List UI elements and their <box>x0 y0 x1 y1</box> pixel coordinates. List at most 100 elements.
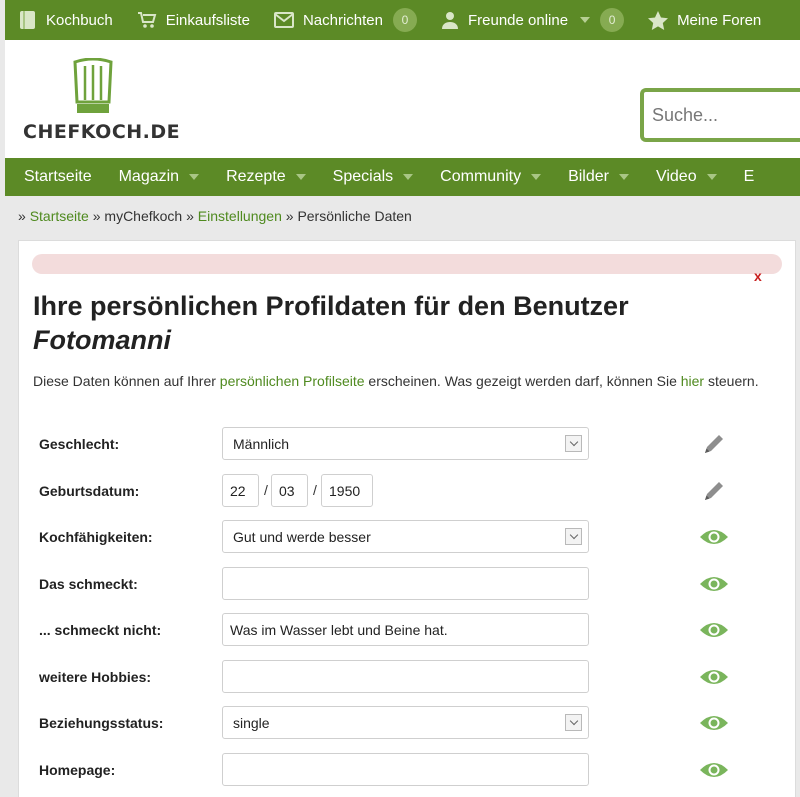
messages-count-badge: 0 <box>392 8 417 32</box>
pencil-icon[interactable] <box>699 430 729 458</box>
kochfaehigkeiten-value: Gut und werde besser <box>233 528 371 545</box>
alert-bar <box>32 254 782 274</box>
eye-icon[interactable] <box>699 523 729 551</box>
nav-rezepte-label: Rezepte <box>226 168 286 185</box>
profile-page-link[interactable]: persönlichen Profilseite <box>220 373 365 389</box>
breadcrumb-mychefkoch: myChefkoch <box>104 208 183 224</box>
chevron-down-icon <box>531 174 542 180</box>
intro-text: Diese Daten können auf Ihrer persönliche… <box>33 372 773 390</box>
birth-day-input[interactable]: 22 <box>222 474 259 507</box>
intro-part3: steuern. <box>704 373 759 389</box>
geburtsdatum-label: Geburtsdatum: <box>39 483 140 499</box>
nav-community[interactable]: Community <box>440 168 542 186</box>
topbar-nachrichten[interactable]: Nachrichten 0 <box>273 8 417 32</box>
topbar-meine-foren[interactable]: Meine Foren <box>648 10 762 30</box>
breadcrumb-separator: » <box>18 208 26 224</box>
profile-panel: x Ihre persönlichen Profildaten für den … <box>18 240 796 797</box>
schmeckt-input[interactable] <box>222 567 589 600</box>
form-row-geburtsdatum: Geburtsdatum: 22 / 03 / 1950 <box>39 474 759 508</box>
breadcrumb-separator: » <box>92 208 101 224</box>
breadcrumb-separator: » <box>285 208 294 224</box>
chevron-down-icon <box>618 174 629 180</box>
kochfaehigkeiten-select[interactable]: Gut und werde besser <box>222 520 589 553</box>
nav-startseite[interactable]: Startseite <box>24 168 92 186</box>
cart-icon <box>137 12 157 28</box>
nav-magazin[interactable]: Magazin <box>118 168 200 186</box>
chevron-down-icon <box>580 17 591 23</box>
beziehungsstatus-label: Beziehungsstatus: <box>39 715 164 731</box>
geschlecht-label: Geschlecht: <box>39 436 120 452</box>
nav-specials[interactable]: Specials <box>332 168 414 186</box>
search-input[interactable] <box>652 100 800 130</box>
homepage-input[interactable] <box>222 753 589 786</box>
hobbies-input[interactable] <box>222 660 589 693</box>
chevron-down-icon <box>189 174 200 180</box>
breadcrumb: » Startseite » myChefkoch » Einstellunge… <box>18 208 412 224</box>
topbar-freunde-online[interactable]: Freunde online 0 <box>441 8 625 32</box>
eye-icon[interactable] <box>699 616 729 644</box>
nav-startseite-label: Startseite <box>24 168 92 185</box>
schmeckt-nicht-input[interactable]: Was im Wasser lebt und Beine hat. <box>222 613 589 646</box>
intro-part2: erscheinen. Was gezeigt werden darf, kön… <box>364 373 681 389</box>
form-row-geschlecht: Geschlecht: Männlich <box>39 427 759 461</box>
topbar-einkaufsliste[interactable]: Einkaufsliste <box>137 11 250 29</box>
nav-video[interactable]: Video <box>656 168 717 186</box>
star-icon <box>648 10 669 30</box>
username: Fotomanni <box>33 325 171 355</box>
chef-hat-logo-icon <box>73 58 113 113</box>
geschlecht-value: Männlich <box>233 435 290 452</box>
pencil-icon[interactable] <box>699 477 729 505</box>
page-title-text: Ihre persönlichen Profildaten für den Be… <box>33 291 629 321</box>
chevron-down-icon <box>565 528 582 545</box>
search-box <box>640 88 800 142</box>
form-row-schmeckt-nicht: ... schmeckt nicht: Was im Wasser lebt u… <box>39 613 759 647</box>
birth-year-input[interactable]: 1950 <box>321 474 373 507</box>
topbar-einkaufsliste-label: Einkaufsliste <box>165 11 250 29</box>
kochfaehigkeiten-label: Kochfähigkeiten: <box>39 529 153 545</box>
geschlecht-select[interactable]: Männlich <box>222 427 589 460</box>
topbar-kochbuch-label: Kochbuch <box>46 11 113 29</box>
intro-part1: Diese Daten können auf Ihrer <box>33 373 220 389</box>
friends-count-badge: 0 <box>600 8 625 32</box>
chevron-down-icon <box>565 714 582 731</box>
nav-bilder[interactable]: Bilder <box>568 168 629 186</box>
eye-icon[interactable] <box>699 756 729 784</box>
main-nav: Startseite Magazin Rezepte Specials Comm… <box>5 158 800 196</box>
eye-icon[interactable] <box>699 663 729 691</box>
date-separator: / <box>313 482 317 498</box>
beziehungsstatus-select[interactable]: single <box>222 706 589 739</box>
person-icon <box>441 12 458 29</box>
chevron-down-icon <box>295 174 306 180</box>
eye-icon[interactable] <box>699 709 729 737</box>
topbar-foren-label: Meine Foren <box>677 11 762 29</box>
form-row-hobbies: weitere Hobbies: <box>39 660 759 694</box>
homepage-label: Homepage: <box>39 762 116 778</box>
breadcrumb-einstellungen[interactable]: Einstellungen <box>198 208 282 224</box>
chefkoch-logo[interactable]: CHEFKOCH.DE <box>23 58 183 148</box>
nav-community-label: Community <box>440 168 522 185</box>
form-row-beziehungsstatus: Beziehungsstatus: single <box>39 706 759 740</box>
form-row-kochfaehigkeiten: Kochfähigkeiten: Gut und werde besser <box>39 520 759 554</box>
book-icon <box>20 11 35 29</box>
topbar-kochbuch[interactable]: Kochbuch <box>19 10 113 30</box>
nav-magazin-label: Magazin <box>118 168 180 185</box>
topbar-nachrichten-label: Nachrichten <box>302 11 383 29</box>
nav-bilder-label: Bilder <box>568 168 609 185</box>
chevron-down-icon <box>565 435 582 452</box>
breadcrumb-startseite[interactable]: Startseite <box>30 208 89 224</box>
schmeckt-nicht-label: ... schmeckt nicht: <box>39 622 162 638</box>
close-icon[interactable]: x <box>754 268 762 284</box>
chevron-down-icon <box>706 174 717 180</box>
nav-e-label: E <box>743 168 755 185</box>
form-row-homepage: Homepage: <box>39 753 759 787</box>
page-title: Ihre persönlichen Profildaten für den Be… <box>33 289 773 357</box>
nav-e[interactable]: E <box>744 168 755 186</box>
topbar-freunde-label: Freunde online <box>467 11 569 29</box>
nav-rezepte[interactable]: Rezepte <box>226 168 306 186</box>
eye-icon[interactable] <box>699 570 729 598</box>
hobbies-label: weitere Hobbies: <box>39 669 152 685</box>
beziehungsstatus-value: single <box>233 714 270 731</box>
birth-month-input[interactable]: 03 <box>271 474 308 507</box>
visibility-settings-link[interactable]: hier <box>681 373 704 389</box>
nav-specials-label: Specials <box>332 168 394 185</box>
